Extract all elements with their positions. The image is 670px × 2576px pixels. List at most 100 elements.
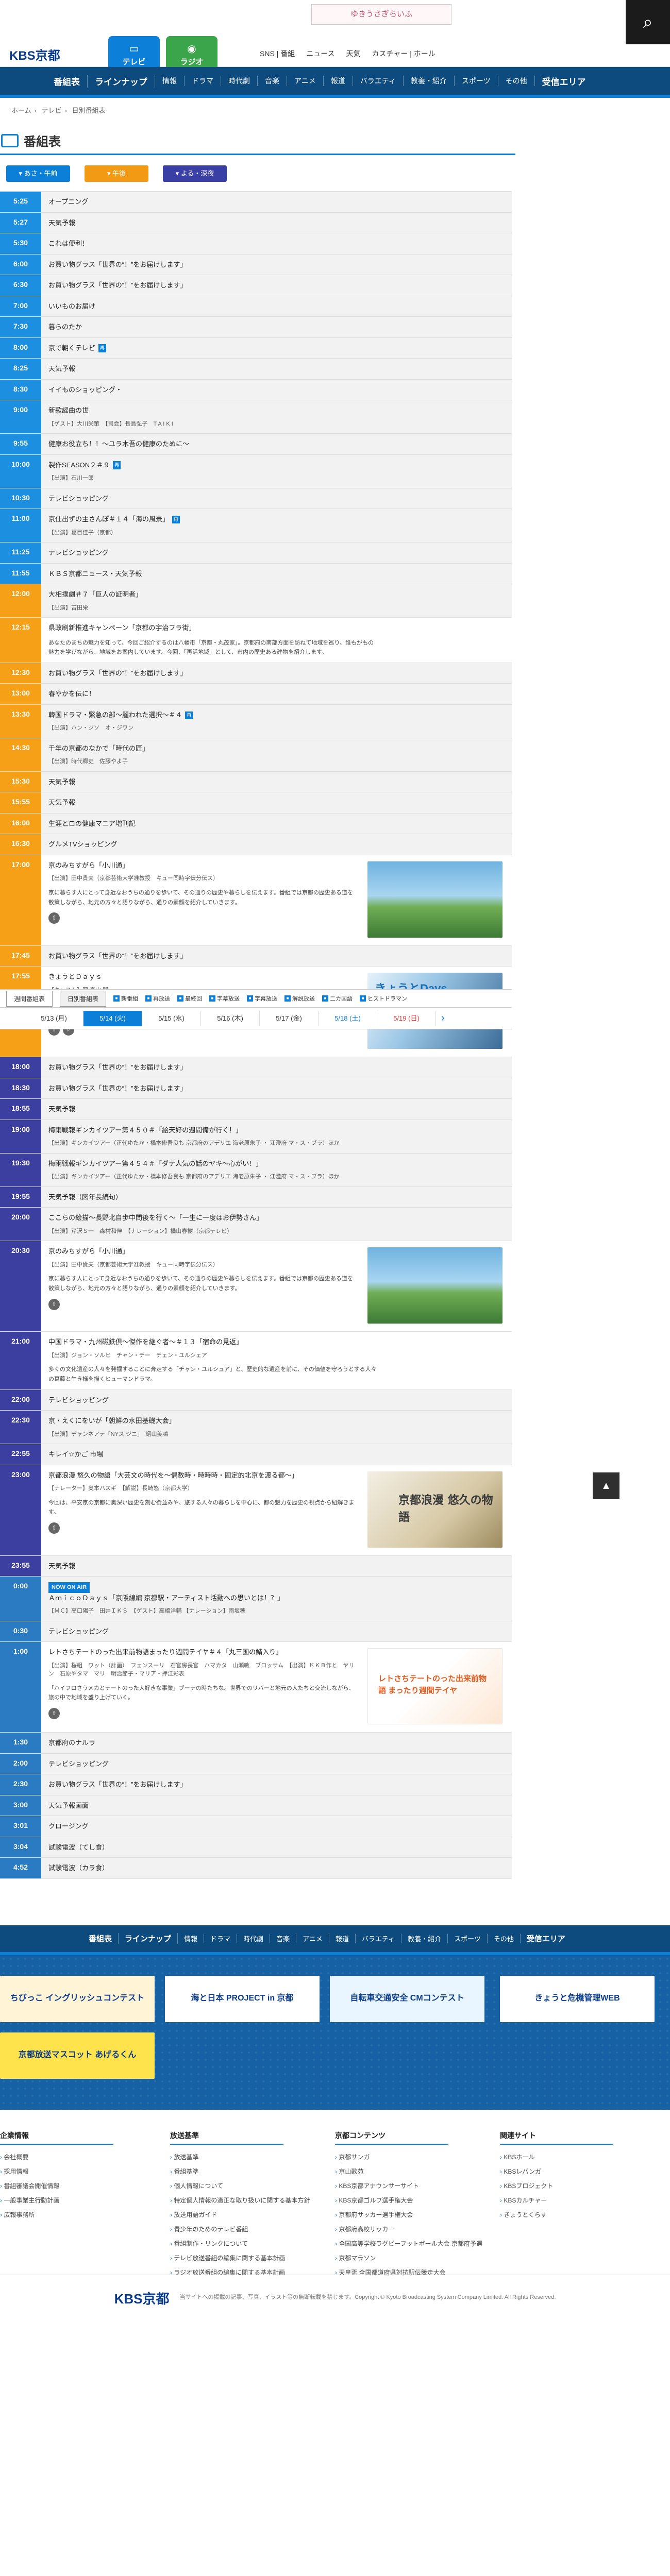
program-cell[interactable]: 試験電波（てし食） <box>41 1837 512 1858</box>
footer-link[interactable]: 京都府サッカー選手権大会 <box>335 2208 448 2222</box>
schedule-row[interactable]: 18:30 お買い物グラス「世界の“！”をお届けします」 <box>0 1078 512 1099</box>
schedule-row[interactable]: 22:30 京・えくにをいが「朝鮮の水田基礎大会」 【出演】チャンネアテ「NYス ジ… <box>0 1411 512 1445</box>
program-thumbnail[interactable] <box>367 861 502 938</box>
program-title[interactable]: 天気予報 <box>48 798 505 808</box>
schedule-row[interactable]: 4:52 試験電波（カラ食） <box>0 1858 512 1879</box>
breadcrumb-home[interactable]: ホーム <box>11 107 31 114</box>
page-top-button[interactable]: ▲ <box>593 1472 619 1499</box>
program-cell[interactable]: 韓国ドラマ・緊急の部〜麗われた選択〜＃４ 再【出演】ハン・ジソ オ・ジワン <box>41 704 512 738</box>
date-tab[interactable]: 5/19 (日) <box>377 1010 436 1026</box>
program-title[interactable]: テレビショッピング <box>48 1759 505 1769</box>
program-title[interactable]: 韓国ドラマ・緊急の部〜麗われた選択〜＃４ 再 <box>48 710 505 720</box>
schedule-row[interactable]: 6:00 お買い物グラス「世界の“！”をお届けします」 <box>0 254 512 275</box>
header-link[interactable]: 天気 <box>346 48 361 59</box>
program-cell[interactable]: 県政刷新推進キャンペーン「京都の宇治フラ街」 あなたのまちの魅力を知って、今回ご紹… <box>41 618 512 663</box>
program-title[interactable]: 試験電波（カラ食） <box>48 1863 505 1873</box>
program-cell[interactable]: NOW ON AIR ＡｍｉｃｏＤａｙｓ「京阪線編 京都駅・アーティスト活動への思… <box>41 1577 512 1621</box>
program-title[interactable]: 京・えくにをいが「朝鮮の水田基礎大会」 <box>48 1416 505 1426</box>
program-title[interactable]: オープニング <box>48 197 505 207</box>
footer-logo[interactable]: KBS京都 <box>114 2289 170 2308</box>
program-cell[interactable]: 京で朝くテレビ再 <box>41 337 512 358</box>
nav-item[interactable]: 受信エリア <box>521 1933 572 1944</box>
program-cell[interactable]: 京・えくにをいが「朝鮮の水田基礎大会」 【出演】チャンネアテ「NYス ジニ」 紹山… <box>41 1411 512 1444</box>
schedule-row[interactable]: 8:25 天気予報 <box>0 359 512 380</box>
schedule-row[interactable]: 20:30 京のみちすがら「小川通」 【出演】田中貴夫（京都芸術大学准教授 キュー同… <box>0 1241 512 1332</box>
schedule-row[interactable]: 10:30 テレビショッピング <box>0 488 512 509</box>
footer-link[interactable]: 番組制作・リンクについて <box>170 2236 283 2251</box>
program-title[interactable]: 天気予報画面 <box>48 1801 505 1811</box>
program-title[interactable]: 暮らのたか <box>48 322 505 332</box>
program-title[interactable]: お買い物グラス「世界の“！”をお届けします」 <box>48 280 505 291</box>
program-title[interactable]: お買い物グラス「世界の“！”をお届けします」 <box>48 260 505 270</box>
program-cell[interactable]: テレビショッピング <box>41 1621 512 1642</box>
schedule-row[interactable]: 22:55 キレイ☆かご 市場 <box>0 1444 512 1465</box>
chevron-right-icon[interactable]: › <box>441 1012 445 1024</box>
program-title[interactable]: 天気予報 <box>48 218 505 228</box>
schedule-row[interactable]: 20:00 ここらの絵描〜長野北自歩中問後を行く〜「一生に一度はお伊勢さん」 【出演… <box>0 1208 512 1242</box>
footer-link[interactable]: テレビ放送番組の編集に関する基本計画 <box>170 2251 285 2265</box>
promo-banner[interactable]: 海と日本 PROJECT in 京都 <box>165 1975 320 2022</box>
nav-item[interactable]: バラエティ <box>353 76 404 86</box>
schedule-row[interactable]: 5:25 オープニング <box>0 192 512 213</box>
nav-item[interactable]: 番組表 <box>82 1933 119 1944</box>
program-cell[interactable]: テレビショッピング <box>41 488 512 509</box>
program-title[interactable]: 天気予報（図年長続句） <box>48 1192 505 1202</box>
schedule-row[interactable]: 2:30 お買い物グラス「世界の“！”をお届けします」 <box>0 1774 512 1795</box>
nav-item[interactable]: 情報 <box>178 1934 205 1944</box>
program-title[interactable]: クロージング <box>48 1821 505 1832</box>
schedule-row[interactable]: 15:30 天気予報 <box>0 771 512 793</box>
nav-item[interactable]: 番組表 <box>46 74 88 88</box>
program-cell[interactable]: お買い物グラス「世界の“！”をお届けします」 <box>41 945 512 967</box>
nav-item[interactable]: その他 <box>488 1934 521 1944</box>
promo-banner[interactable]: 自転車交通安全 CMコンテスト <box>330 1975 484 2022</box>
footer-link[interactable]: 京都サンガ <box>335 2150 448 2164</box>
nav-item[interactable]: バラエティ <box>356 1934 402 1944</box>
schedule-row[interactable]: 12:15 県政刷新推進キャンペーン「京都の宇治フラ街」 あなたのまちの魅力を知って… <box>0 618 512 663</box>
program-cell[interactable]: お買い物グラス「世界の“！”をお届けします」 <box>41 1057 512 1078</box>
program-cell[interactable]: グルメTVショッピング <box>41 834 512 855</box>
program-cell[interactable]: 京のみちすがら「小川通」 【出演】田中貴夫（京都芸術大学准教授 キュー同時字伝分伝… <box>41 855 512 945</box>
schedule-row[interactable]: 8:30 イイものショッピング・ <box>0 379 512 400</box>
schedule-row[interactable]: 1:30 京都府のナルラ <box>0 1733 512 1754</box>
schedule-row[interactable]: 5:30 これは便利！ <box>0 233 512 255</box>
program-title[interactable]: 京都府のナルラ <box>48 1738 505 1748</box>
promo-banner[interactable]: きょうと危機管理WEB <box>500 1975 655 2022</box>
program-title[interactable]: イイものショッピング・ <box>48 385 505 395</box>
program-cell[interactable]: 暮らのたか <box>41 317 512 337</box>
date-tab[interactable]: 5/13 (月) <box>25 1010 83 1026</box>
program-cell[interactable]: お買い物グラス「世界の“！”をお届けします」 <box>41 254 512 275</box>
program-title[interactable]: テレビショッピング <box>48 548 505 558</box>
schedule-row[interactable]: 11:25 テレビショッピング <box>0 543 512 564</box>
schedule-row[interactable]: 19:30 梅雨戦報ギンカイツアー第４５４＃「ダテ人気の話のヤキ〜心がい！」 【出演… <box>0 1153 512 1187</box>
schedule-row[interactable]: 23:00 京都浪漫 悠久の物語「大芸文の時代を〜偶数時・時時時・固定的北京を渡る… <box>0 1465 512 1556</box>
program-title[interactable]: 県政刷新推進キャンペーン「京都の宇治フラ街」 <box>48 623 505 633</box>
schedule-row[interactable]: 6:30 お買い物グラス「世界の“！”をお届けします」 <box>0 275 512 296</box>
nav-item[interactable]: 報道 <box>324 76 353 86</box>
schedule-row[interactable]: 10:00 製作SEASON２＃９ 再【出演】石川一郎 <box>0 454 512 488</box>
program-title[interactable]: これは便利！ <box>48 239 505 249</box>
program-cell[interactable]: 中国ドラマ・九州磁鉄倶〜傑作を継ぐ者〜＃１３「宿命の見返」 【出演】ジョン・ソルヒ… <box>41 1332 512 1389</box>
program-cell[interactable]: テレビショッピング <box>41 1753 512 1774</box>
share-icon[interactable]: ⇧ <box>48 1298 60 1310</box>
schedule-row[interactable]: 17:00 京のみちすがら「小川通」 【出演】田中貴夫（京都芸術大学准教授 キュー同… <box>0 855 512 946</box>
schedule-row[interactable]: 3:01 クロージング <box>0 1816 512 1837</box>
program-cell[interactable]: 梅雨戦報ギンカイツアー第４５０＃「絵天好の週間備が行く！」 【出演】ギンカイツアー… <box>41 1120 512 1153</box>
program-title[interactable]: 梅雨戦報ギンカイツアー第４５４＃「ダテ人気の話のヤキ〜心がい！」 <box>48 1159 505 1169</box>
program-cell[interactable]: 京仕出ずの主さんぽ＃１４「海の風景」再【出演】葛目佳子（京都） <box>41 509 512 542</box>
legend-tab[interactable]: 週間番組表 <box>6 990 53 1007</box>
program-title[interactable]: 健康お役立ち！！〜ユラ木吾の健康のために〜 <box>48 439 505 449</box>
program-cell[interactable]: 大相撲劇＃７「巨人の証明者」 【出演】吉田栄 <box>41 584 512 617</box>
schedule-row[interactable]: 22:00 テレビショッピング <box>0 1389 512 1411</box>
program-cell[interactable]: 梅雨戦報ギンカイツアー第４５４＃「ダテ人気の話のヤキ〜心がい！」 【出演】ギンカイ… <box>41 1153 512 1187</box>
program-title[interactable]: 千年の京都のなかで「時代の匠」 <box>48 743 505 754</box>
program-title[interactable]: 生涯とロの健康マニア増刊記 <box>48 819 505 829</box>
schedule-row[interactable]: 14:30 千年の京都のなかで「時代の匠」 【出演】時代郷史 佐藤やよ子 <box>0 738 512 772</box>
program-title[interactable]: テレビショッピング <box>48 494 505 504</box>
schedule-row[interactable]: 5:27 天気予報 <box>0 212 512 233</box>
schedule-row[interactable]: 7:00 いいものお届け <box>0 296 512 317</box>
schedule-row[interactable]: 7:30 暮らのたか <box>0 317 512 338</box>
program-cell[interactable]: 健康お役立ち！！〜ユラ木吾の健康のために〜 <box>41 434 512 454</box>
share-icon[interactable]: ⇧ <box>48 912 60 924</box>
program-title[interactable]: 天気予報 <box>48 1561 505 1571</box>
program-title[interactable]: キレイ☆かご 市場 <box>48 1449 505 1460</box>
